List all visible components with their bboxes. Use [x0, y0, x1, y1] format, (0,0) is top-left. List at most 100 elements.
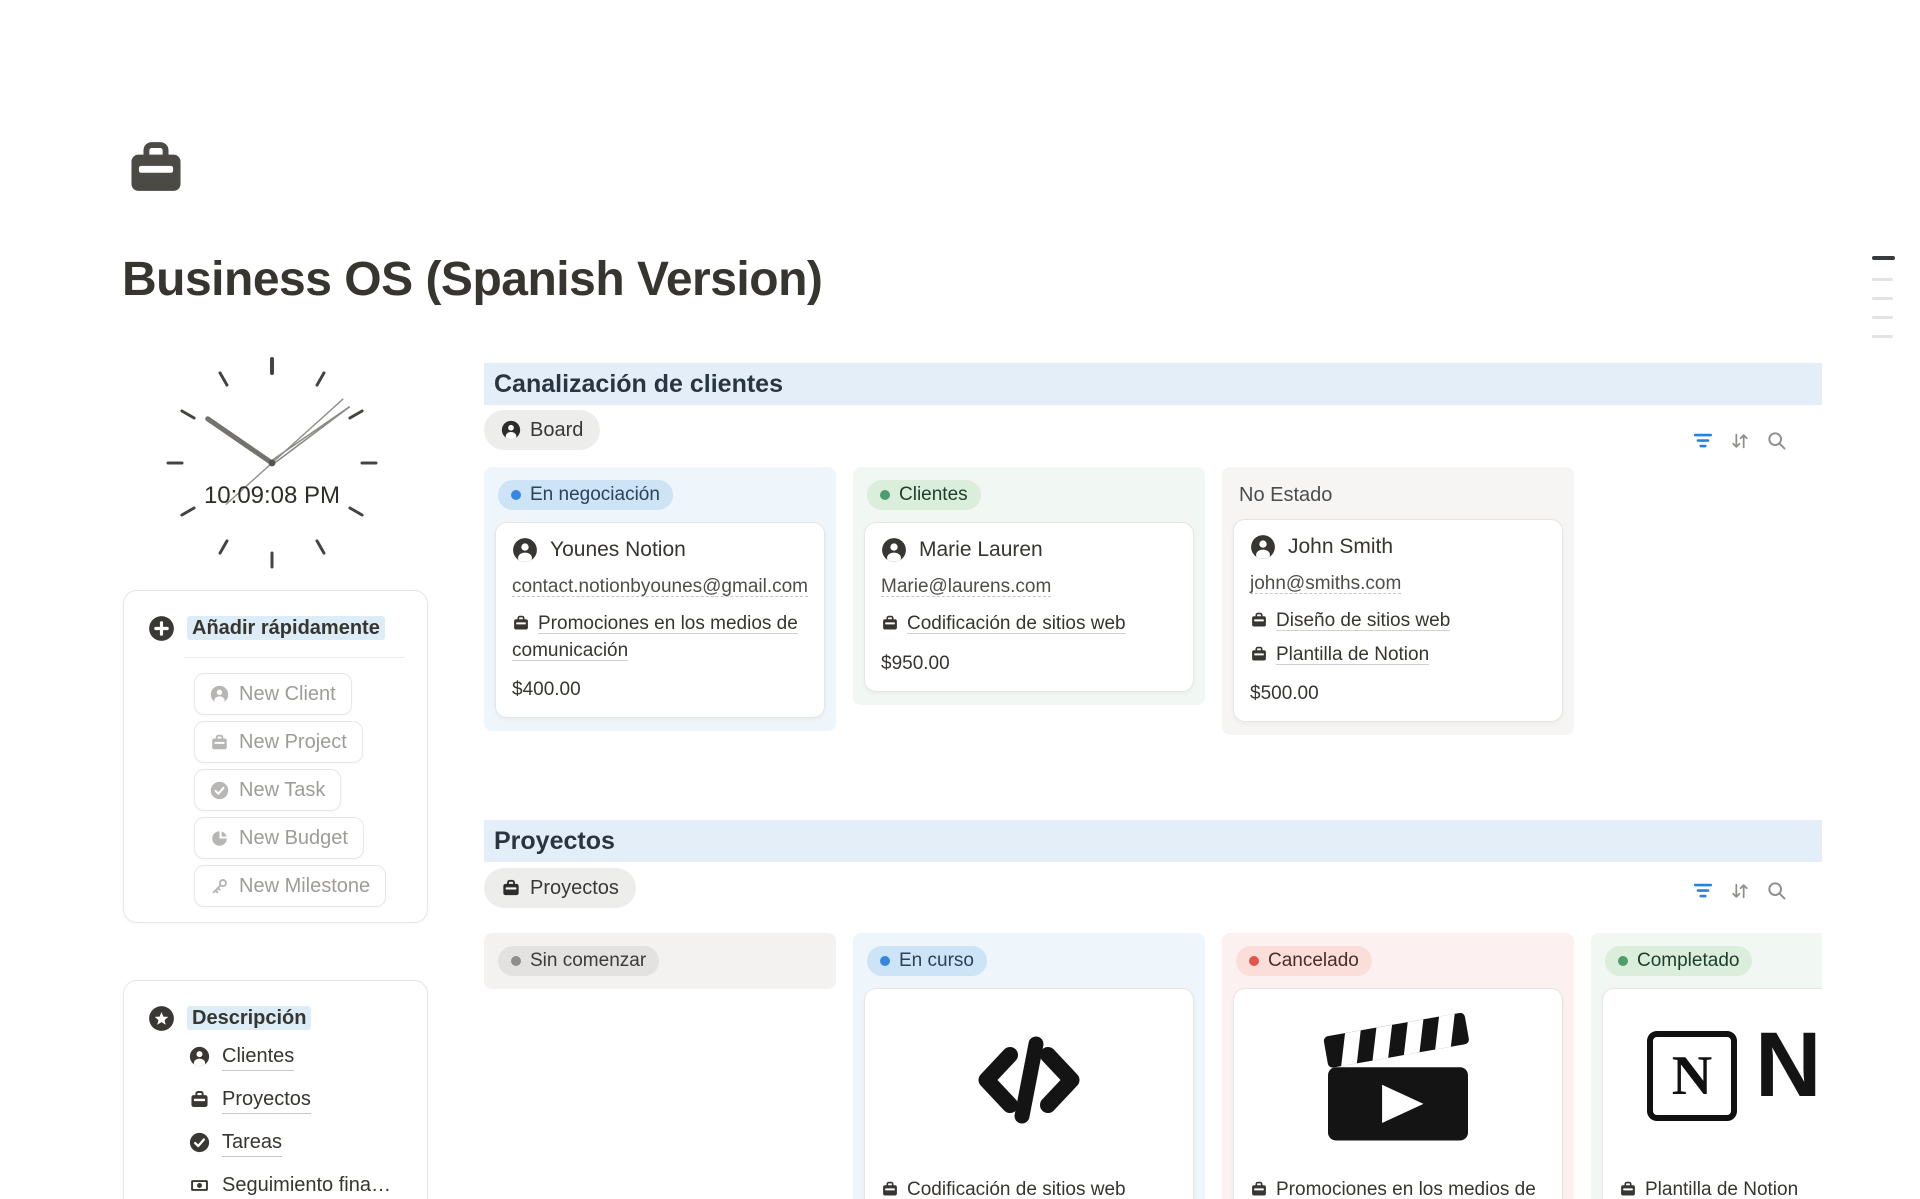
banknote-icon: [189, 1175, 210, 1196]
status-pill[interactable]: En curso: [867, 946, 987, 976]
pie-chart-icon: [210, 829, 229, 848]
project-cover-image: [1234, 989, 1562, 1171]
status-dot: [1249, 956, 1259, 966]
link-tareas[interactable]: Tareas: [189, 1131, 391, 1157]
column-en-curso: En curso Codificación de sitios web: [853, 933, 1205, 1199]
project-card[interactable]: Codificación de sitios web: [864, 988, 1194, 1199]
filter-icon[interactable]: [1692, 880, 1714, 902]
status-pill[interactable]: Sin comenzar: [498, 946, 659, 976]
client-card[interactable]: Marie Lauren Marie@laurens.com Codificac…: [864, 522, 1194, 692]
client-email[interactable]: john@smiths.com: [1250, 573, 1546, 595]
project-relation-link[interactable]: Codificación de sitios web: [881, 611, 1177, 638]
link-clientes[interactable]: Clientes: [189, 1045, 391, 1071]
project-card[interactable]: Promociones en los medios de: [1233, 988, 1563, 1199]
status-pill[interactable]: Completado: [1605, 946, 1752, 976]
toc-indicator[interactable]: [1870, 252, 1900, 347]
deal-amount: $400.00: [512, 679, 808, 701]
project-card-title: Plantilla de Notion: [1603, 1171, 1822, 1199]
notion-page: Business OS (Spanish Version) 10:0: [0, 0, 1920, 1199]
client-email[interactable]: contact.notionbyounes@gmail.com: [512, 576, 808, 598]
briefcase-icon: [512, 614, 530, 632]
project-card-title: Codificación de sitios web: [865, 1171, 1193, 1199]
status-dot: [880, 490, 890, 500]
briefcase-icon: [881, 614, 899, 632]
pipeline-board: En negociación Younes Notion contact.not…: [484, 467, 1822, 767]
project-cover-image: [865, 989, 1193, 1171]
page-title: Business OS (Spanish Version): [122, 252, 822, 307]
link-seguimiento[interactable]: Seguimiento fina…: [189, 1174, 391, 1199]
briefcase-icon: [189, 1089, 210, 1110]
status-pill[interactable]: En negociación: [498, 480, 673, 510]
briefcase-icon: [210, 733, 229, 752]
briefcase-icon: [501, 878, 521, 898]
check-icon: [189, 1132, 210, 1153]
toc-line[interactable]: [1872, 256, 1895, 260]
deal-amount: $950.00: [881, 653, 1177, 675]
plus-circle-icon: [148, 615, 175, 642]
column-clientes: Clientes Marie Lauren Marie@laurens.com …: [853, 467, 1205, 705]
link-proyectos[interactable]: Proyectos: [189, 1088, 391, 1114]
analog-clock-widget: [166, 357, 378, 569]
notion-wordmark: No: [1755, 1013, 1822, 1118]
toc-line[interactable]: [1872, 297, 1893, 300]
status-pill[interactable]: Clientes: [867, 480, 981, 510]
status-dot: [880, 956, 890, 966]
project-relation-link[interactable]: Plantilla de Notion: [1250, 642, 1546, 669]
project-relation-link[interactable]: Diseño de sitios web: [1250, 608, 1546, 635]
briefcase-icon: [881, 1180, 899, 1198]
project-relation-link[interactable]: Promociones en los medios de comunicació…: [512, 611, 808, 664]
new-task-button[interactable]: New Task: [194, 769, 341, 811]
column-sin-comenzar: Sin comenzar: [484, 933, 836, 989]
key-icon: [210, 877, 229, 896]
client-email[interactable]: Marie@laurens.com: [881, 576, 1177, 598]
pipeline-toolbar: [1692, 430, 1788, 452]
status-dot: [511, 490, 521, 500]
client-card[interactable]: Younes Notion contact.notionbyounes@gmai…: [495, 522, 825, 718]
search-icon[interactable]: [1766, 880, 1788, 902]
divider: [184, 657, 405, 658]
briefcase-icon: [1619, 1180, 1637, 1198]
hour-hand: [208, 419, 272, 463]
quick-add-card: Añadir rápidamente New Client New Projec…: [123, 590, 428, 923]
pipeline-board-view-tab[interactable]: Board: [484, 410, 600, 450]
column-completado: Completado N No Plantilla de Notion: [1591, 933, 1822, 1199]
filter-icon[interactable]: [1692, 430, 1714, 452]
sort-icon[interactable]: [1729, 880, 1751, 902]
status-pill[interactable]: Cancelado: [1236, 946, 1372, 976]
new-budget-button[interactable]: New Budget: [194, 817, 364, 859]
person-icon: [210, 685, 229, 704]
projects-board: Sin comenzar En curso Codificación de si…: [484, 933, 1822, 1199]
column-cancelado: Cancelado Promociones en los medios de: [1222, 933, 1574, 1199]
status-label[interactable]: No Estado: [1239, 484, 1563, 507]
briefcase-icon: [1250, 611, 1268, 629]
clapperboard-icon: [1313, 1010, 1483, 1150]
person-icon: [881, 537, 907, 563]
search-icon[interactable]: [1766, 430, 1788, 452]
new-milestone-button[interactable]: New Milestone: [194, 865, 386, 907]
toc-line[interactable]: [1872, 335, 1893, 338]
new-project-button[interactable]: New Project: [194, 721, 363, 763]
star-circle-icon: [148, 1005, 175, 1032]
quick-add-title: Añadir rápidamente: [187, 617, 385, 640]
briefcase-icon: [1250, 1180, 1268, 1198]
code-icon: [954, 1020, 1104, 1140]
briefcase-page-icon[interactable]: [124, 136, 188, 200]
check-icon: [210, 781, 229, 800]
deal-amount: $500.00: [1250, 683, 1546, 705]
person-icon: [189, 1046, 210, 1067]
new-client-button[interactable]: New Client: [194, 673, 352, 715]
person-icon: [512, 537, 538, 563]
status-dot: [511, 956, 521, 966]
pipeline-section-heading: Canalización de clientes: [484, 363, 1822, 405]
toc-line[interactable]: [1872, 278, 1893, 281]
sort-icon[interactable]: [1729, 430, 1751, 452]
projects-section-heading: Proyectos: [484, 820, 1822, 862]
digital-time: 10:09:08 PM: [172, 482, 372, 510]
client-card[interactable]: John Smith john@smiths.com Diseño de sit…: [1233, 519, 1563, 722]
projects-toolbar: [1692, 880, 1788, 902]
notion-logo: N: [1647, 1031, 1737, 1121]
project-card[interactable]: N No Plantilla de Notion: [1602, 988, 1822, 1199]
projects-view-tab[interactable]: Proyectos: [484, 868, 636, 908]
project-card-title: Promociones en los medios de: [1234, 1171, 1562, 1199]
toc-line[interactable]: [1872, 316, 1893, 319]
